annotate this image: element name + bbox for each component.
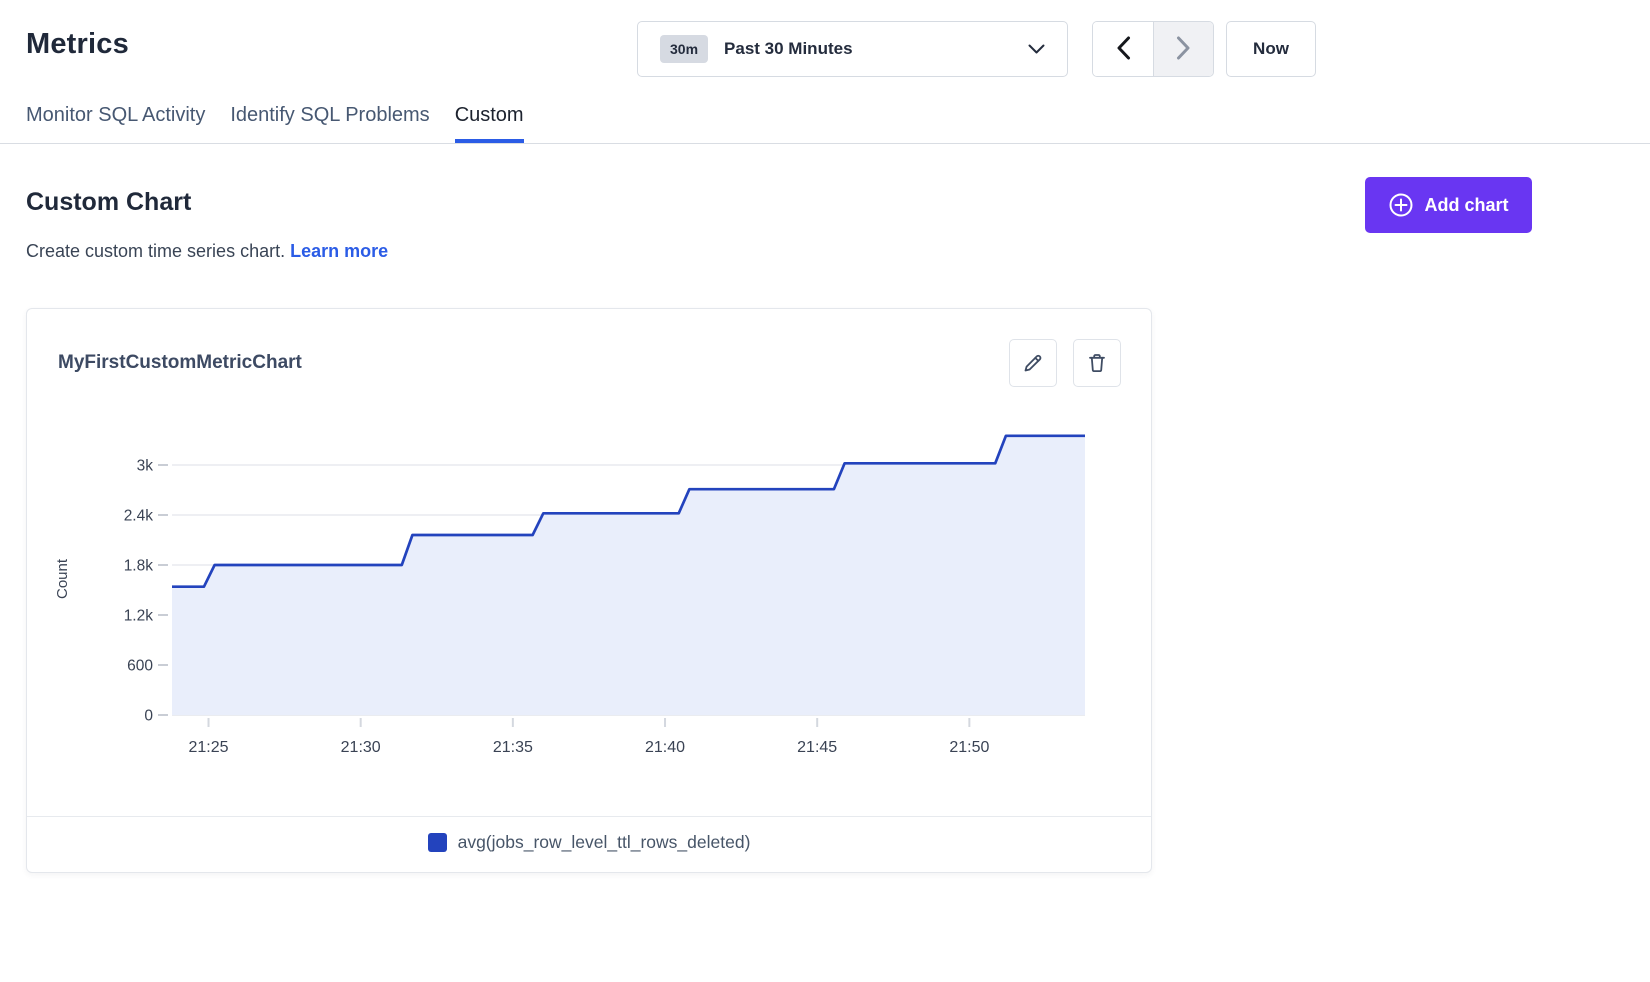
chevron-right-icon [1176,36,1191,63]
learn-more-link[interactable]: Learn more [290,241,388,261]
tab-monitor-sql-activity[interactable]: Monitor SQL Activity [26,104,205,143]
tab-identify-sql-problems[interactable]: Identify SQL Problems [230,104,429,143]
legend-label: avg(jobs_row_level_ttl_rows_deleted) [458,832,751,853]
next-time-button[interactable] [1153,22,1213,76]
edit-chart-button[interactable] [1009,339,1057,387]
svg-text:600: 600 [127,658,153,675]
custom-chart-card: MyFirstCustomMetricChart [26,308,1152,873]
delete-chart-button[interactable] [1073,339,1121,387]
legend-swatch [428,833,447,852]
page-title: Metrics [26,28,129,61]
now-button[interactable]: Now [1226,21,1316,77]
svg-text:0: 0 [144,708,153,725]
trash-icon [1085,351,1109,375]
time-range-label: Past 30 Minutes [724,39,1028,59]
chevron-down-icon [1028,44,1045,55]
metrics-tabs: Monitor SQL Activity Identify SQL Proble… [0,104,1650,144]
chevron-left-icon [1116,36,1131,63]
timeseries-chart: 0 600 1.2k 1.8k 2.4k 3k 21:25 21:30 21:35 21:40 21… [27,387,1122,772]
section-description: Create custom time series chart. Learn m… [26,241,388,262]
svg-text:21:35: 21:35 [493,739,533,756]
time-range-dropdown[interactable]: 30m Past 30 Minutes [637,21,1068,77]
section-heading: Custom Chart [26,188,191,217]
svg-text:2.4k: 2.4k [124,508,154,525]
prev-time-button[interactable] [1093,22,1153,76]
svg-text:21:30: 21:30 [341,739,381,756]
svg-text:1.8k: 1.8k [124,558,154,575]
svg-text:Count: Count [54,558,71,599]
time-range-badge: 30m [660,35,708,63]
add-chart-label: Add chart [1424,195,1508,216]
chart-legend[interactable]: avg(jobs_row_level_ttl_rows_deleted) [27,817,1151,853]
chart-title: MyFirstCustomMetricChart [58,352,302,374]
svg-text:1.2k: 1.2k [124,608,154,625]
tab-custom[interactable]: Custom [455,104,524,143]
plus-circle-icon [1388,192,1414,218]
time-step-controls [1092,21,1214,77]
add-chart-button[interactable]: Add chart [1365,177,1532,233]
svg-text:3k: 3k [137,458,154,475]
svg-text:21:25: 21:25 [188,739,228,756]
svg-text:21:40: 21:40 [645,739,685,756]
section-description-text: Create custom time series chart. [26,241,285,261]
svg-text:21:50: 21:50 [949,739,989,756]
pencil-icon [1021,351,1045,375]
svg-text:21:45: 21:45 [797,739,837,756]
